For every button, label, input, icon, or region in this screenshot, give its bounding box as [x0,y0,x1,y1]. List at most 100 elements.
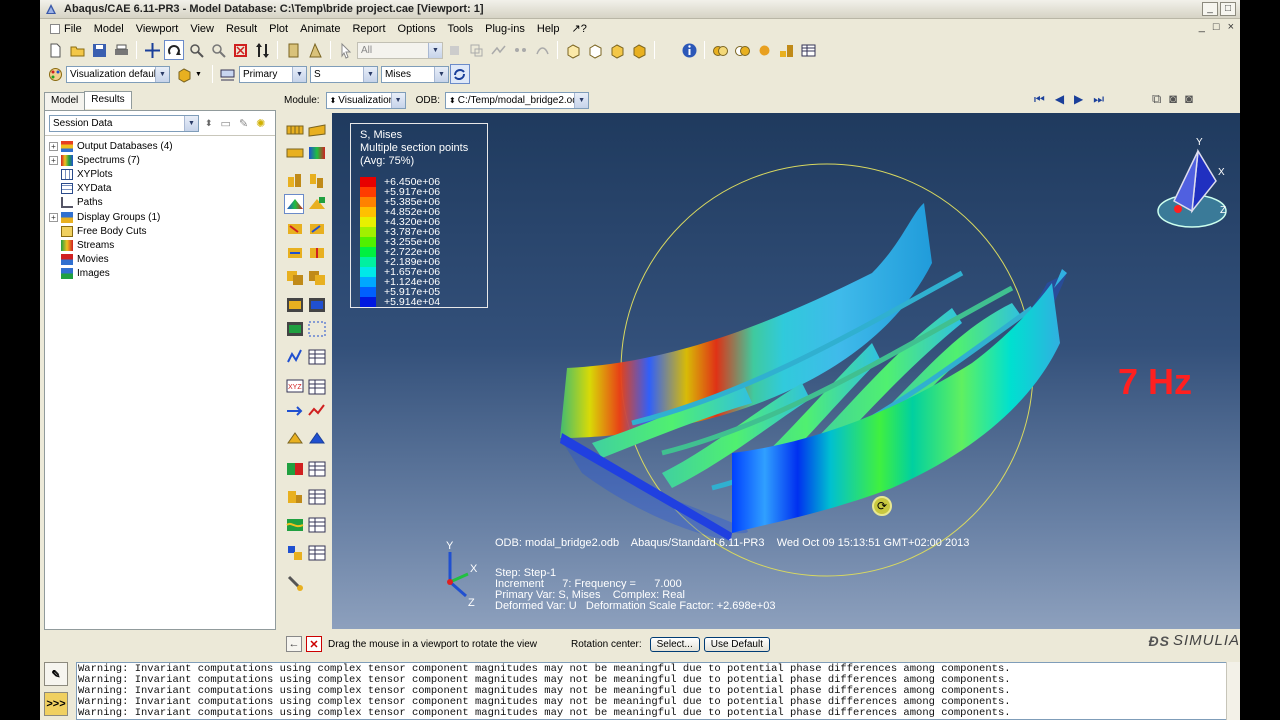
plot-cube-dropdown-arrow[interactable]: ▼ [195,71,202,78]
tree-item-output-databases[interactable]: + Output Databases (4) [45,139,275,153]
select-region-icon[interactable] [532,40,552,60]
xy-table-icon[interactable] [306,376,326,396]
refresh-field-icon[interactable] [449,64,470,84]
table-icon[interactable] [798,40,818,60]
animation-options-icon[interactable] [306,318,326,338]
iso-view-icon[interactable] [563,40,583,60]
menu-plugins[interactable]: Plug-ins [479,23,531,35]
pan-icon[interactable] [142,40,162,60]
sphere-icon[interactable] [754,40,774,60]
lightbulb-icon[interactable]: ✺ [256,117,265,130]
rotate-icon[interactable] [164,40,184,60]
tab-results[interactable]: Results [84,91,132,109]
overlay-plot-icon[interactable] [306,266,326,286]
animate-time-history-icon[interactable] [306,294,326,314]
expand-icon[interactable]: + [49,212,58,222]
palette-icon[interactable] [45,64,65,84]
front-view-icon[interactable] [585,40,605,60]
render-shaded-icon[interactable] [710,40,730,60]
side-view-icon[interactable] [629,40,649,60]
mdi-minimize-button[interactable]: _ [1199,21,1205,33]
view-defaults-combo[interactable]: Visualization defaults ▼ [66,65,170,83]
allow-multiple-plots-icon[interactable] [284,266,304,286]
stream-manager-icon[interactable] [306,514,326,534]
info-icon[interactable] [679,40,699,60]
contour-options-icon[interactable] [306,194,326,214]
viewport-copy-icon[interactable]: ⧉ [1152,91,1161,107]
render-hidden-icon[interactable] [732,40,752,60]
first-frame-icon[interactable]: ⏮ [1034,92,1045,107]
tree-item-images[interactable]: Images [45,267,275,281]
use-default-button[interactable]: Use Default [703,636,770,652]
menu-plot[interactable]: Plot [263,23,294,35]
cancel-icon[interactable]: ✕ [306,636,322,652]
viewport[interactable]: S, Mises Multiple section points (Avg: 7… [332,113,1240,629]
camera-icon[interactable]: ◙ [1169,91,1177,107]
auto-fit-icon[interactable] [230,40,250,60]
view-cut-manager-icon[interactable] [306,458,326,478]
menu-viewport[interactable]: Viewport [130,23,185,35]
highlight-icon[interactable]: ✎ [239,117,248,130]
select-shape-icon[interactable] [466,40,486,60]
path-plot-icon[interactable] [306,400,326,420]
tab-model[interactable]: Model [44,92,86,110]
spin-icon[interactable]: ⬍ [205,118,213,129]
tree-item-free-body-cuts[interactable]: Free Body Cuts [45,224,275,238]
plot-material-orientation-icon[interactable] [284,242,304,262]
component-combo[interactable]: Mises ▼ [380,65,449,83]
display-group-create-icon[interactable] [284,486,304,506]
command-line-icon[interactable]: >>> [44,692,68,716]
mdi-close-button[interactable]: × [1228,21,1234,33]
rotation-center-icon[interactable]: ⟳ [872,496,892,516]
plot-contours-undeformed-icon[interactable] [306,142,326,162]
odb-combo[interactable]: ⬍ C:/Temp/modal_bridge2.odb ▼ [445,91,590,109]
cycle-views-icon[interactable] [252,40,272,60]
minimize-button[interactable]: _ [1202,2,1218,16]
menu-model[interactable]: Model [88,23,130,35]
animate-harmonic-icon[interactable] [284,318,304,338]
superimpose-options-icon[interactable] [306,170,326,190]
free-body-create-icon[interactable] [284,428,304,448]
plot-symbols-icon[interactable] [284,218,304,238]
menu-options[interactable]: Options [392,23,442,35]
filter-icon[interactable]: ▭ [221,117,231,130]
maximize-button[interactable]: □ [1220,2,1236,16]
tree-item-spectrums[interactable]: + Spectrums (7) [45,153,275,167]
tree-item-streams[interactable]: Streams [45,238,275,252]
menu-animate[interactable]: Animate [294,23,346,35]
variable-combo[interactable]: S ▼ [309,65,378,83]
free-body-options-icon[interactable] [306,428,326,448]
plot-contours-deformed-icon[interactable] [284,194,304,214]
expand-icon[interactable]: + [49,141,58,151]
menu-result[interactable]: Result [220,23,263,35]
common-options-icon[interactable] [284,170,304,190]
assembly-icon[interactable] [776,40,796,60]
xyz-data-icon[interactable]: XYZ [284,376,304,396]
mdi-restore-button[interactable]: □ [1213,21,1220,33]
last-frame-icon[interactable]: ⏭ [1093,92,1104,107]
plot-deformed-icon[interactable] [306,120,326,140]
coordinate-system-icon[interactable] [284,542,304,562]
magnify-icon[interactable] [186,40,206,60]
menu-help[interactable]: Help [531,23,566,35]
expand-icon[interactable]: + [49,155,58,165]
tree-item-xyplots[interactable]: XYPlots [45,167,275,181]
plot-both-icon[interactable] [284,142,304,162]
symbol-options-icon[interactable] [306,218,326,238]
session-data-combo[interactable]: Session Data ▼ [49,115,199,132]
selection-filter-combo[interactable]: All ▼ [357,41,443,59]
previous-frame-icon[interactable]: ◀ [1055,92,1064,107]
display-group-manager-icon[interactable] [306,486,326,506]
probe-values-icon[interactable] [284,572,304,592]
tree-item-paths[interactable]: Paths [45,196,275,210]
output-position-combo[interactable]: Primary ▼ [238,65,307,83]
plot-undeformed-icon[interactable] [284,120,304,140]
menu-view[interactable]: View [184,23,220,35]
select-arrow-icon[interactable] [336,40,356,60]
coordinate-manager-icon[interactable] [306,542,326,562]
context-help-icon[interactable]: ↗? [566,22,593,35]
open-folder-icon[interactable] [67,40,87,60]
print-icon[interactable] [111,40,131,60]
select-path-icon[interactable] [510,40,530,60]
animate-scale-factor-icon[interactable] [284,294,304,314]
